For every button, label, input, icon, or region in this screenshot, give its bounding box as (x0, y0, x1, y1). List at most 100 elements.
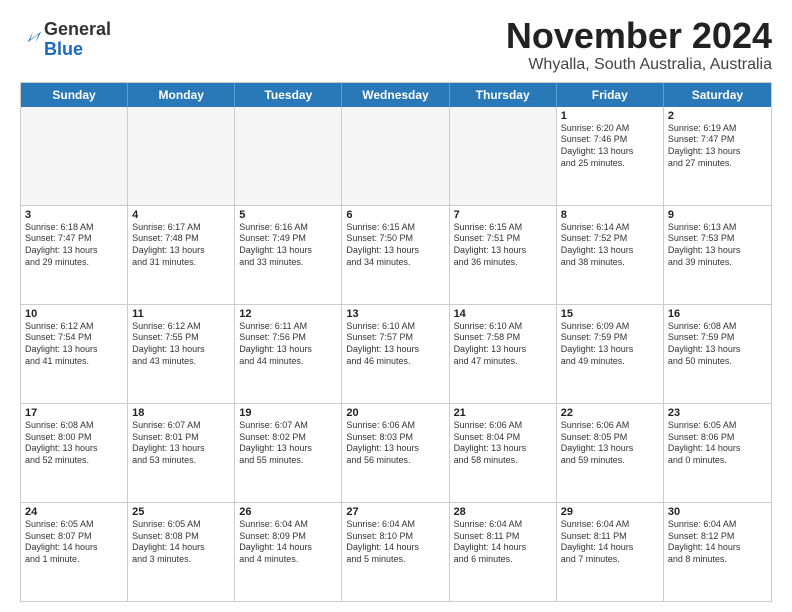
day-cell: 15Sunrise: 6:09 AM Sunset: 7:59 PM Dayli… (557, 305, 664, 403)
day-number: 5 (239, 209, 337, 221)
day-info: Sunrise: 6:10 AM Sunset: 7:57 PM Dayligh… (346, 321, 444, 368)
logo-general: General (44, 20, 111, 40)
day-number: 26 (239, 506, 337, 518)
day-number: 1 (561, 110, 659, 122)
day-number: 17 (25, 407, 123, 419)
day-number: 2 (668, 110, 767, 122)
day-info: Sunrise: 6:19 AM Sunset: 7:47 PM Dayligh… (668, 123, 767, 170)
day-info: Sunrise: 6:09 AM Sunset: 7:59 PM Dayligh… (561, 321, 659, 368)
day-info: Sunrise: 6:20 AM Sunset: 7:46 PM Dayligh… (561, 123, 659, 170)
day-info: Sunrise: 6:17 AM Sunset: 7:48 PM Dayligh… (132, 222, 230, 269)
day-cell: 10Sunrise: 6:12 AM Sunset: 7:54 PM Dayli… (21, 305, 128, 403)
day-info: Sunrise: 6:06 AM Sunset: 8:05 PM Dayligh… (561, 420, 659, 467)
day-info: Sunrise: 6:04 AM Sunset: 8:10 PM Dayligh… (346, 519, 444, 566)
day-number: 14 (454, 308, 552, 320)
calendar-row: 24Sunrise: 6:05 AM Sunset: 8:07 PM Dayli… (21, 503, 771, 601)
day-info: Sunrise: 6:05 AM Sunset: 8:07 PM Dayligh… (25, 519, 123, 566)
empty-cell (342, 107, 449, 205)
day-number: 9 (668, 209, 767, 221)
day-number: 24 (25, 506, 123, 518)
day-number: 29 (561, 506, 659, 518)
day-number: 30 (668, 506, 767, 518)
day-number: 21 (454, 407, 552, 419)
day-number: 18 (132, 407, 230, 419)
day-info: Sunrise: 6:07 AM Sunset: 8:01 PM Dayligh… (132, 420, 230, 467)
day-cell: 11Sunrise: 6:12 AM Sunset: 7:55 PM Dayli… (128, 305, 235, 403)
day-cell: 20Sunrise: 6:06 AM Sunset: 8:03 PM Dayli… (342, 404, 449, 502)
day-number: 27 (346, 506, 444, 518)
day-number: 20 (346, 407, 444, 419)
day-cell: 13Sunrise: 6:10 AM Sunset: 7:57 PM Dayli… (342, 305, 449, 403)
day-info: Sunrise: 6:08 AM Sunset: 8:00 PM Dayligh… (25, 420, 123, 467)
empty-cell (21, 107, 128, 205)
day-cell: 30Sunrise: 6:04 AM Sunset: 8:12 PM Dayli… (664, 503, 771, 601)
day-number: 11 (132, 308, 230, 320)
day-cell: 28Sunrise: 6:04 AM Sunset: 8:11 PM Dayli… (450, 503, 557, 601)
day-cell: 23Sunrise: 6:05 AM Sunset: 8:06 PM Dayli… (664, 404, 771, 502)
day-number: 8 (561, 209, 659, 221)
day-number: 6 (346, 209, 444, 221)
day-info: Sunrise: 6:15 AM Sunset: 7:50 PM Dayligh… (346, 222, 444, 269)
day-number: 3 (25, 209, 123, 221)
calendar: SundayMondayTuesdayWednesdayThursdayFrid… (20, 82, 772, 602)
title-block: November 2024 Whyalla, South Australia, … (506, 16, 772, 74)
day-cell: 8Sunrise: 6:14 AM Sunset: 7:52 PM Daylig… (557, 206, 664, 304)
calendar-row: 10Sunrise: 6:12 AM Sunset: 7:54 PM Dayli… (21, 305, 771, 404)
page: General Blue November 2024 Whyalla, Sout… (0, 0, 792, 612)
location: Whyalla, South Australia, Australia (506, 56, 772, 74)
calendar-row: 3Sunrise: 6:18 AM Sunset: 7:47 PM Daylig… (21, 206, 771, 305)
day-cell: 29Sunrise: 6:04 AM Sunset: 8:11 PM Dayli… (557, 503, 664, 601)
day-info: Sunrise: 6:07 AM Sunset: 8:02 PM Dayligh… (239, 420, 337, 467)
day-info: Sunrise: 6:11 AM Sunset: 7:56 PM Dayligh… (239, 321, 337, 368)
calendar-row: 1Sunrise: 6:20 AM Sunset: 7:46 PM Daylig… (21, 107, 771, 206)
calendar-row: 17Sunrise: 6:08 AM Sunset: 8:00 PM Dayli… (21, 404, 771, 503)
header: General Blue November 2024 Whyalla, Sout… (20, 16, 772, 74)
day-of-week-header: Wednesday (342, 83, 449, 107)
empty-cell (235, 107, 342, 205)
day-of-week-header: Tuesday (235, 83, 342, 107)
day-number: 7 (454, 209, 552, 221)
day-cell: 24Sunrise: 6:05 AM Sunset: 8:07 PM Dayli… (21, 503, 128, 601)
day-cell: 5Sunrise: 6:16 AM Sunset: 7:49 PM Daylig… (235, 206, 342, 304)
logo-blue: Blue (44, 40, 111, 60)
day-number: 22 (561, 407, 659, 419)
day-cell: 16Sunrise: 6:08 AM Sunset: 7:59 PM Dayli… (664, 305, 771, 403)
day-cell: 4Sunrise: 6:17 AM Sunset: 7:48 PM Daylig… (128, 206, 235, 304)
day-cell: 9Sunrise: 6:13 AM Sunset: 7:53 PM Daylig… (664, 206, 771, 304)
calendar-header: SundayMondayTuesdayWednesdayThursdayFrid… (21, 83, 771, 107)
day-number: 4 (132, 209, 230, 221)
logo: General Blue (20, 20, 111, 60)
day-cell: 6Sunrise: 6:15 AM Sunset: 7:50 PM Daylig… (342, 206, 449, 304)
day-of-week-header: Monday (128, 83, 235, 107)
day-cell: 2Sunrise: 6:19 AM Sunset: 7:47 PM Daylig… (664, 107, 771, 205)
day-cell: 25Sunrise: 6:05 AM Sunset: 8:08 PM Dayli… (128, 503, 235, 601)
day-info: Sunrise: 6:16 AM Sunset: 7:49 PM Dayligh… (239, 222, 337, 269)
month-title: November 2024 (506, 16, 772, 56)
day-info: Sunrise: 6:05 AM Sunset: 8:08 PM Dayligh… (132, 519, 230, 566)
empty-cell (450, 107, 557, 205)
day-cell: 7Sunrise: 6:15 AM Sunset: 7:51 PM Daylig… (450, 206, 557, 304)
day-of-week-header: Friday (557, 83, 664, 107)
day-cell: 19Sunrise: 6:07 AM Sunset: 8:02 PM Dayli… (235, 404, 342, 502)
day-of-week-header: Sunday (21, 83, 128, 107)
day-cell: 14Sunrise: 6:10 AM Sunset: 7:58 PM Dayli… (450, 305, 557, 403)
day-cell: 1Sunrise: 6:20 AM Sunset: 7:46 PM Daylig… (557, 107, 664, 205)
calendar-body: 1Sunrise: 6:20 AM Sunset: 7:46 PM Daylig… (21, 107, 771, 601)
day-of-week-header: Saturday (664, 83, 771, 107)
day-cell: 12Sunrise: 6:11 AM Sunset: 7:56 PM Dayli… (235, 305, 342, 403)
day-of-week-header: Thursday (450, 83, 557, 107)
day-cell: 27Sunrise: 6:04 AM Sunset: 8:10 PM Dayli… (342, 503, 449, 601)
day-number: 25 (132, 506, 230, 518)
day-number: 13 (346, 308, 444, 320)
day-cell: 21Sunrise: 6:06 AM Sunset: 8:04 PM Dayli… (450, 404, 557, 502)
day-info: Sunrise: 6:05 AM Sunset: 8:06 PM Dayligh… (668, 420, 767, 467)
day-info: Sunrise: 6:18 AM Sunset: 7:47 PM Dayligh… (25, 222, 123, 269)
day-cell: 18Sunrise: 6:07 AM Sunset: 8:01 PM Dayli… (128, 404, 235, 502)
day-cell: 17Sunrise: 6:08 AM Sunset: 8:00 PM Dayli… (21, 404, 128, 502)
day-info: Sunrise: 6:15 AM Sunset: 7:51 PM Dayligh… (454, 222, 552, 269)
day-info: Sunrise: 6:10 AM Sunset: 7:58 PM Dayligh… (454, 321, 552, 368)
day-number: 12 (239, 308, 337, 320)
day-number: 16 (668, 308, 767, 320)
day-number: 23 (668, 407, 767, 419)
day-info: Sunrise: 6:04 AM Sunset: 8:11 PM Dayligh… (454, 519, 552, 566)
